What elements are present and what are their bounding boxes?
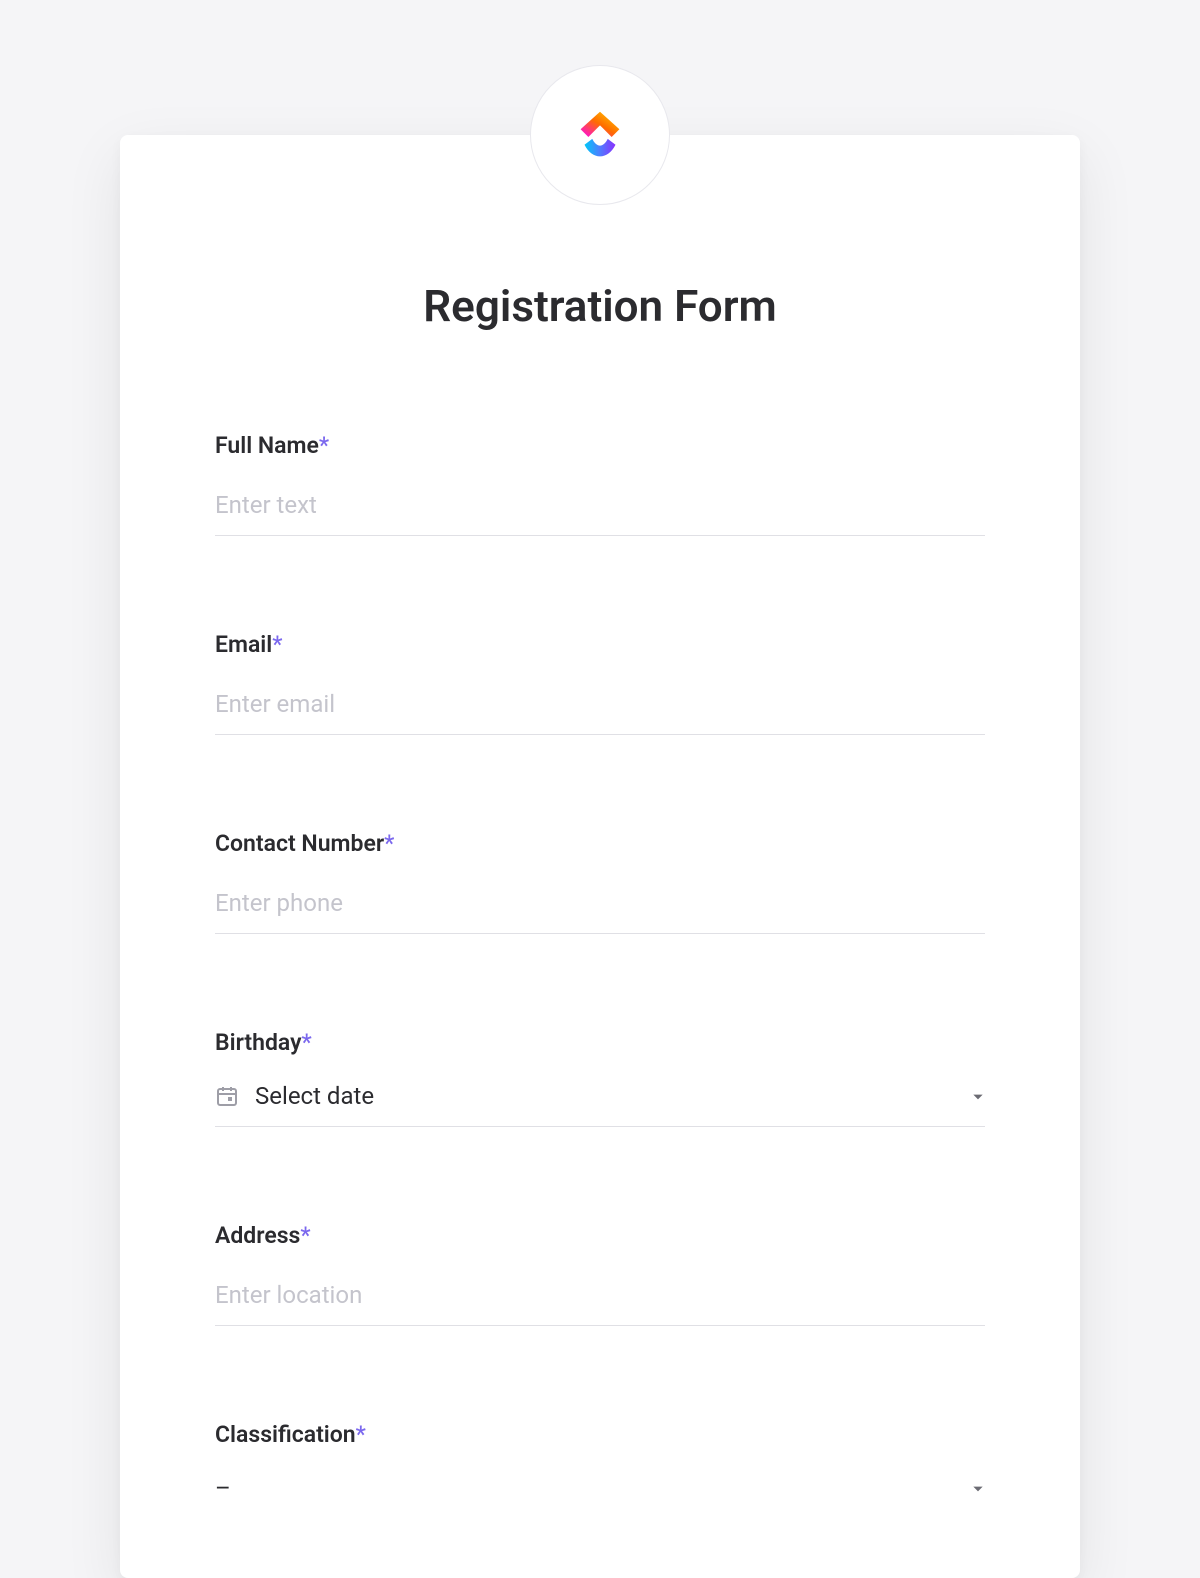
registration-form-card: Registration Form Full Name* Email* Cont… bbox=[120, 135, 1080, 1578]
field-address: Address* bbox=[215, 1222, 985, 1326]
field-full-name: Full Name* bbox=[215, 432, 985, 536]
form-fields-container: Full Name* Email* Contact Number* Birthd… bbox=[120, 432, 1080, 1518]
required-mark: * bbox=[319, 432, 329, 459]
classification-placeholder-text: – bbox=[215, 1474, 971, 1502]
contact-number-input[interactable] bbox=[215, 871, 985, 934]
logo-circle bbox=[530, 65, 670, 205]
field-birthday: Birthday* Select date bbox=[215, 1029, 985, 1127]
email-label: Email bbox=[215, 631, 272, 658]
classification-label: Classification bbox=[215, 1421, 356, 1448]
birthday-label: Birthday bbox=[215, 1029, 302, 1056]
chevron-down-icon bbox=[971, 1481, 985, 1495]
required-mark: * bbox=[302, 1029, 312, 1056]
form-title: Registration Form bbox=[120, 280, 1080, 332]
clickup-logo-icon bbox=[569, 104, 631, 166]
required-mark: * bbox=[300, 1222, 310, 1249]
email-input[interactable] bbox=[215, 672, 985, 735]
field-contact-number: Contact Number* bbox=[215, 830, 985, 934]
contact-number-label: Contact Number bbox=[215, 830, 384, 857]
classification-select[interactable]: – bbox=[215, 1462, 985, 1518]
required-mark: * bbox=[272, 631, 282, 658]
address-label: Address bbox=[215, 1222, 300, 1249]
calendar-icon bbox=[215, 1084, 239, 1108]
required-mark: * bbox=[356, 1421, 366, 1448]
field-classification: Classification* – bbox=[215, 1421, 985, 1518]
address-input[interactable] bbox=[215, 1263, 985, 1326]
full-name-input[interactable] bbox=[215, 473, 985, 536]
birthday-date-picker[interactable]: Select date bbox=[215, 1070, 985, 1127]
birthday-placeholder-text: Select date bbox=[255, 1082, 971, 1110]
chevron-down-icon bbox=[971, 1089, 985, 1103]
required-mark: * bbox=[384, 830, 394, 857]
full-name-label: Full Name bbox=[215, 432, 319, 459]
field-email: Email* bbox=[215, 631, 985, 735]
